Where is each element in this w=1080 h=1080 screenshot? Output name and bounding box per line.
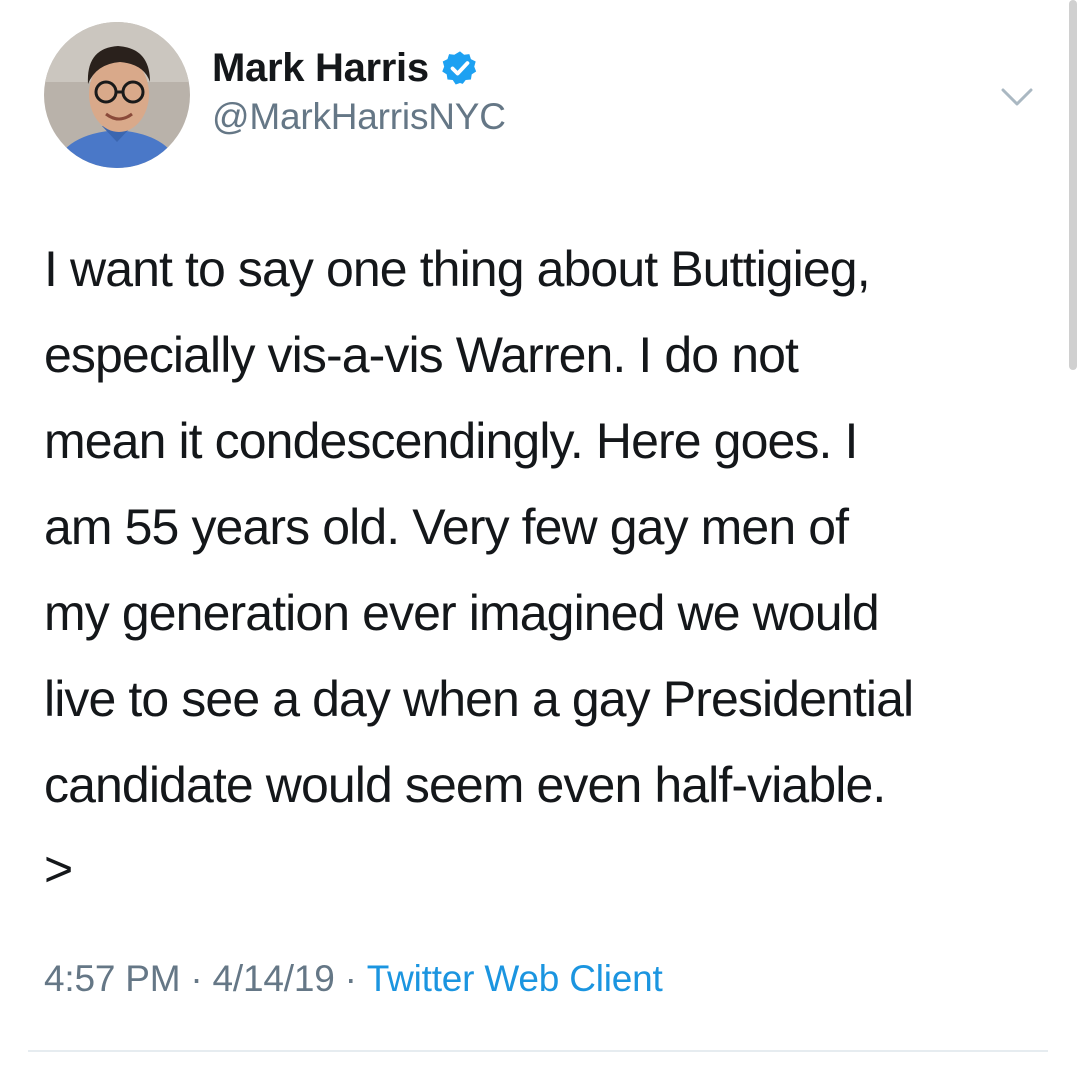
chevron-down-icon[interactable] [1000, 86, 1034, 108]
tweet-time[interactable]: 4:57 PM [44, 958, 181, 999]
tweet-source-link[interactable]: Twitter Web Client [367, 958, 663, 999]
meta-separator: · [190, 958, 203, 999]
tweet-date[interactable]: 4/14/19 [213, 958, 335, 999]
author-handle[interactable]: @MarkHarrisNYC [212, 96, 506, 138]
divider [28, 1050, 1048, 1052]
avatar[interactable] [44, 22, 190, 168]
tweet-metadata: 4:57 PM · 4/14/19 · Twitter Web Client [44, 958, 663, 1000]
author-name-row[interactable]: Mark Harris [212, 42, 479, 94]
thread-continuation-marker: > [44, 841, 74, 897]
scrollbar[interactable] [1069, 0, 1077, 370]
meta-separator: · [344, 958, 357, 999]
verified-badge-icon [441, 49, 479, 87]
tweet-text: I want to say one thing about Buttigieg,… [44, 241, 914, 813]
author-name[interactable]: Mark Harris [212, 46, 429, 91]
avatar-photo [44, 22, 190, 168]
